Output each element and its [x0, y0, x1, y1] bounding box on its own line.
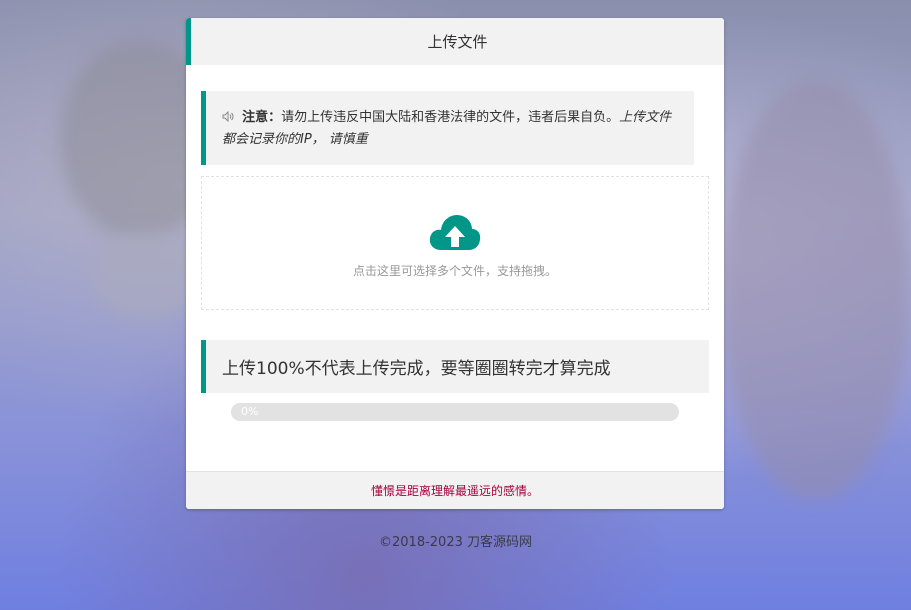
upload-tip-text: 上传100%不代表上传完成，要等圈圈转完才算完成 [222, 359, 611, 379]
upload-panel: 上传文件 注意：请勿上传违反中国大陆和香港法律的文件，违者后果自负。上传文件都会… [186, 18, 724, 509]
upload-dropzone[interactable]: 点击这里可选择多个文件，支持拖拽。 [201, 176, 709, 310]
upload-progress: 0% [231, 403, 679, 421]
speaker-icon [222, 110, 238, 125]
panel-title: 上传文件 [427, 33, 488, 51]
background-shape [90, 230, 200, 320]
upload-tip: 上传100%不代表上传完成，要等圈圈转完才算完成 [201, 340, 709, 393]
notice-label: 注意： [242, 110, 282, 125]
progress-label: 0% [241, 405, 259, 418]
panel-footer: 懂憬是距离理解最遥远的感情。 [186, 471, 724, 509]
notice-text: 请勿上传违反中国大陆和香港法律的文件，违者后果自负。 [281, 110, 620, 125]
panel-header: 上传文件 [186, 18, 724, 65]
upload-hint: 点击这里可选择多个文件，支持拖拽。 [352, 263, 557, 278]
background-shape [720, 80, 910, 500]
copyright-text: ©2018-2023 刀客源码网 [379, 535, 532, 550]
cloud-upload-icon [429, 214, 481, 250]
notice-box: 注意：请勿上传违反中国大陆和香港法律的文件，违者后果自负。上传文件都会记录你的I… [201, 91, 694, 165]
footer-quote: 懂憬是距离理解最遥远的感情。 [370, 484, 539, 498]
